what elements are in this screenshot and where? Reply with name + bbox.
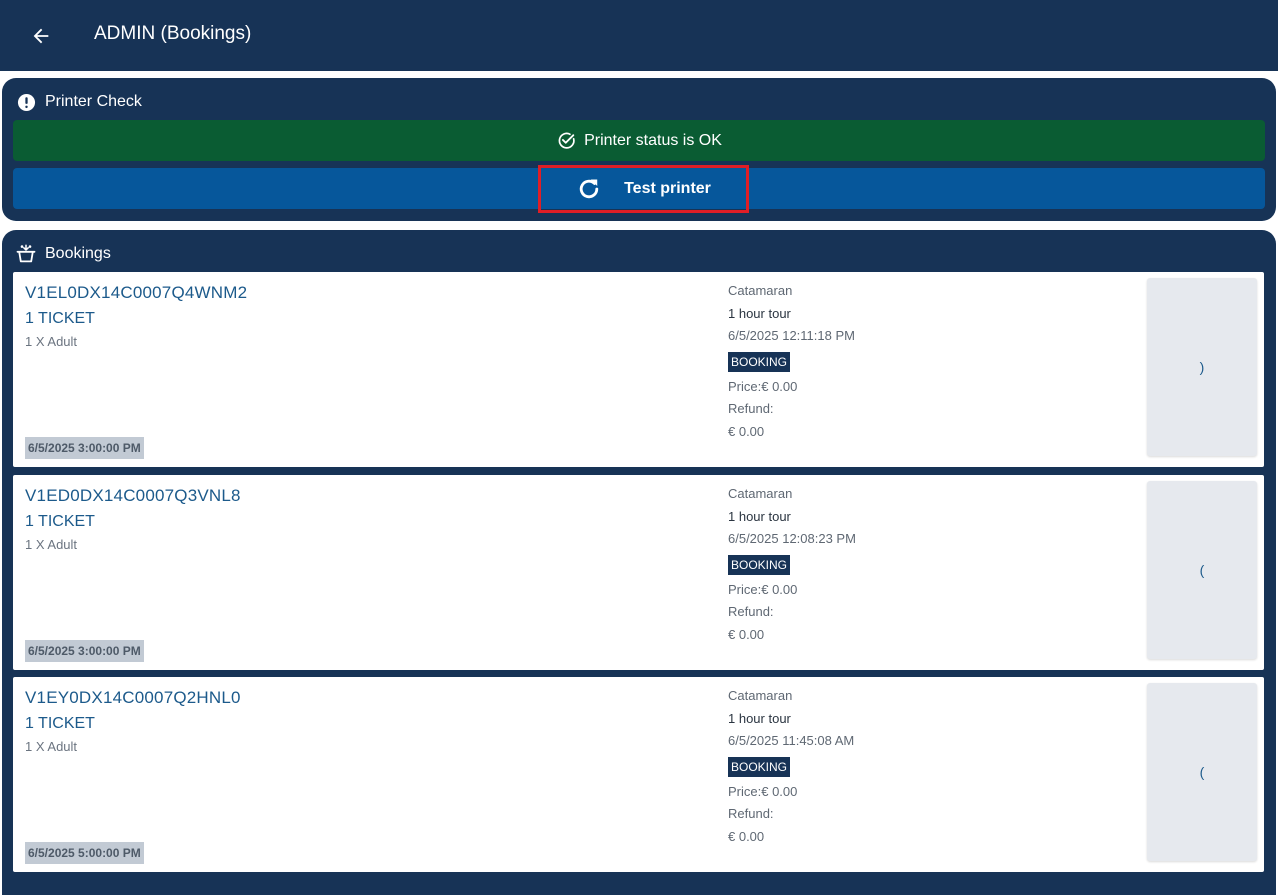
status-badge: BOOKING [728, 756, 791, 777]
exclamation-circle-icon [16, 92, 36, 112]
booking-code: V1ED0DX14C0007Q3VNL8 [25, 486, 241, 505]
tour-name: 1 hour tour [728, 710, 791, 726]
printer-check-title: Printer Check [45, 93, 142, 110]
booking-action-button[interactable]: ) [1147, 278, 1257, 456]
refund-label: Refund: [728, 806, 774, 821]
printer-status-text: Printer status is OK [584, 131, 722, 149]
refund-value: € 0.00 [728, 626, 765, 642]
check-circle-icon [556, 131, 576, 151]
booking-card[interactable]: V1EY0DX14C0007Q2HNL0 1 TICKET 1 X Adult … [13, 677, 1264, 872]
ticket-count: 1 TICKET [25, 715, 95, 732]
back-button[interactable] [22, 17, 60, 55]
ticket-count: 1 TICKET [25, 513, 95, 530]
booking-card[interactable]: V1ED0DX14C0007Q3VNL8 1 TICKET 1 X Adult … [13, 475, 1264, 670]
vessel-name: Catamaran [728, 283, 793, 298]
refund-label: Refund: [728, 401, 774, 416]
refresh-icon [576, 176, 602, 202]
booking-info: Catamaran 1 hour tour 6/5/2025 12:11:18 … [728, 280, 1148, 443]
test-printer-button[interactable]: Test printer [538, 165, 749, 213]
created-timestamp: 6/5/2025 12:08:23 PM [728, 531, 856, 546]
status-badge: BOOKING [728, 351, 791, 372]
booking-code: V1EL0DX14C0007Q4WNM2 [25, 283, 248, 302]
booking-info: Catamaran 1 hour tour 6/5/2025 12:08:23 … [728, 483, 1148, 646]
booking-info: Catamaran 1 hour tour 6/5/2025 11:45:08 … [728, 685, 1148, 848]
booking-action-button[interactable]: ( [1147, 481, 1257, 659]
created-timestamp: 6/5/2025 12:11:18 PM [728, 328, 855, 343]
ticket-detail: 1 X Adult [25, 739, 78, 754]
bookings-header: Bookings [16, 244, 111, 264]
bookings-title: Bookings [45, 245, 111, 262]
event-date-badge: 6/5/2025 5:00:00 PM [25, 842, 144, 864]
created-timestamp: 6/5/2025 11:45:08 AM [728, 733, 855, 748]
status-badge: BOOKING [728, 554, 791, 575]
vessel-name: Catamaran [728, 486, 793, 501]
refund-label: Refund: [728, 604, 774, 619]
test-printer-label: Test printer [624, 180, 711, 197]
app-bar: ADMIN (Bookings) [0, 0, 1278, 71]
refund-value: € 0.00 [728, 828, 765, 844]
price-text: Price:€ 0.00 [728, 783, 798, 799]
ticket-detail: 1 X Adult [25, 537, 78, 552]
printer-check-header: Printer Check [16, 92, 142, 112]
printer-status-bar: Printer status is OK [13, 120, 1265, 161]
event-date-badge: 6/5/2025 3:00:00 PM [25, 437, 144, 459]
booking-card[interactable]: V1EL0DX14C0007Q4WNM2 1 TICKET 1 X Adult … [13, 272, 1264, 467]
price-text: Price:€ 0.00 [728, 378, 798, 394]
refund-value: € 0.00 [728, 423, 765, 439]
page-title: ADMIN (Bookings) [94, 23, 252, 44]
basket-icon [16, 244, 36, 264]
event-date-badge: 6/5/2025 3:00:00 PM [25, 640, 144, 662]
price-text: Price:€ 0.00 [728, 581, 798, 597]
ticket-count: 1 TICKET [25, 310, 95, 327]
tour-name: 1 hour tour [728, 508, 791, 524]
booking-action-button[interactable]: ( [1147, 683, 1257, 861]
ticket-detail: 1 X Adult [25, 334, 78, 349]
vessel-name: Catamaran [728, 688, 793, 703]
booking-code: V1EY0DX14C0007Q2HNL0 [25, 688, 241, 707]
arrow-left-icon [33, 28, 49, 44]
tour-name: 1 hour tour [728, 305, 791, 321]
